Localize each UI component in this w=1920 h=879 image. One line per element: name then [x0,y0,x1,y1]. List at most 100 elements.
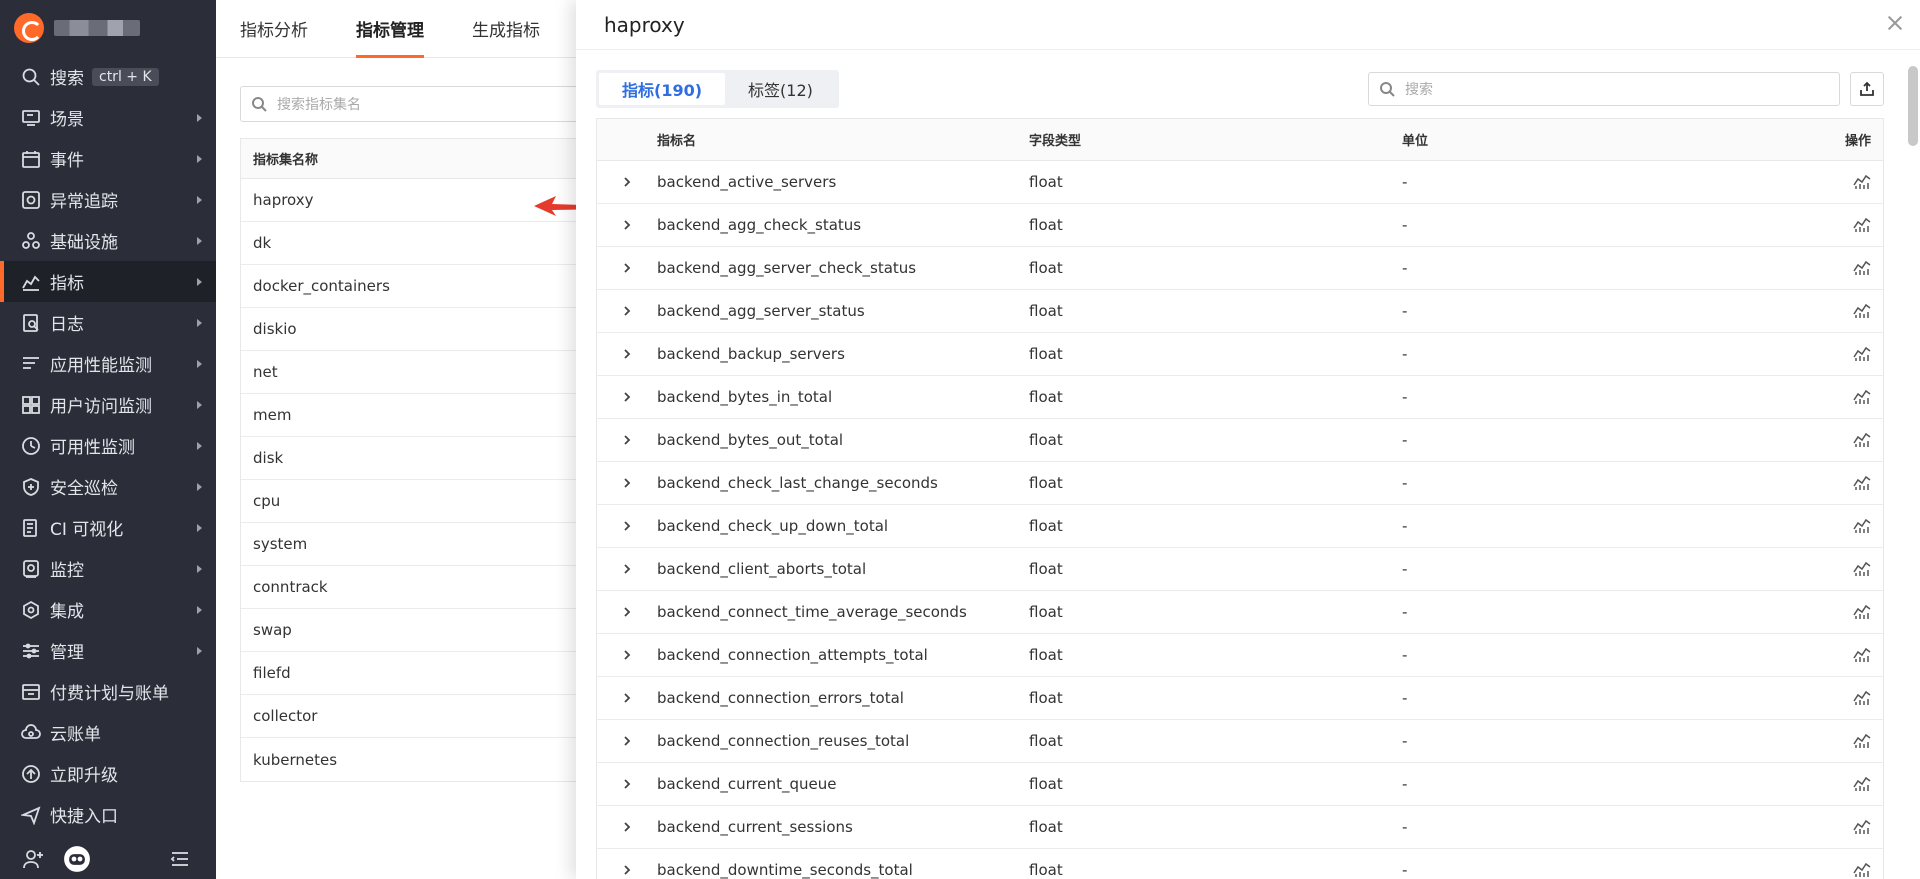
drawer-scrollbar[interactable] [1908,66,1918,146]
segment-metrics[interactable]: 指标(190) [599,73,726,105]
metric-row[interactable]: backend_bytes_out_total float - [597,419,1883,462]
chart-analysis-icon[interactable] [1853,518,1871,534]
chart-analysis-icon[interactable] [1853,690,1871,706]
expand-row-button[interactable] [597,821,657,833]
metric-unit: - [1402,259,1408,277]
chart-analysis-icon[interactable] [1853,819,1871,835]
sidebar-search[interactable]: 搜索 ctrl + K [0,56,216,97]
metric-row[interactable]: backend_agg_server_status float - [597,290,1883,333]
metric-table: 指标名 字段类型 单位 操作 backend_active_servers flo… [596,118,1884,879]
sidebar-item-metrics[interactable]: 指标 [0,261,216,302]
chevron-right-icon [624,822,631,832]
expand-row-button[interactable] [597,692,657,704]
chart-analysis-icon[interactable] [1853,862,1871,878]
sidebar-item-shield[interactable]: 安全巡检 [0,466,216,507]
expand-row-button[interactable] [597,305,657,317]
metric-row[interactable]: backend_client_aborts_total float - [597,548,1883,591]
sidebar-item-settings[interactable]: 管理 [0,630,216,671]
chart-analysis-icon[interactable] [1853,647,1871,663]
apm-icon [20,353,42,375]
sidebar-item-rum[interactable]: 用户访问监测 [0,384,216,425]
metric-row[interactable]: backend_backup_servers float - [597,333,1883,376]
metric-row[interactable]: backend_connect_time_average_seconds floa… [597,591,1883,634]
metric-row[interactable]: backend_current_sessions float - [597,806,1883,849]
expand-row-button[interactable] [597,176,657,188]
expand-row-button[interactable] [597,477,657,489]
sidebar-item-bug-track[interactable]: 异常追踪 [0,179,216,220]
metric-field-type: float [1029,388,1063,406]
metric-row[interactable]: backend_check_last_change_seconds float - [597,462,1883,505]
metric-row[interactable]: backend_bytes_in_total float - [597,376,1883,419]
chart-analysis-icon[interactable] [1853,561,1871,577]
metric-name: backend_active_servers [657,173,837,191]
chart-analysis-icon[interactable] [1853,174,1871,190]
metric-row[interactable]: backend_connection_reuses_total float - [597,720,1883,763]
expand-row-button[interactable] [597,391,657,403]
metric-row[interactable]: backend_agg_check_status float - [597,204,1883,247]
chart-analysis-icon[interactable] [1853,432,1871,448]
tab-generate-metric[interactable]: 生成指标 [472,16,540,57]
chart-analysis-icon[interactable] [1853,260,1871,276]
expand-row-button[interactable] [597,262,657,274]
metric-row[interactable]: backend_connection_attempts_total float - [597,634,1883,677]
metric-action [1822,346,1883,362]
sidebar-item-integration[interactable]: 集成 [0,589,216,630]
metric-row[interactable]: backend_downtime_seconds_total float - [597,849,1883,879]
tab-metric-management[interactable]: 指标管理 [356,16,424,58]
metric-row[interactable]: backend_agg_server_check_status float - [597,247,1883,290]
expand-row-button[interactable] [597,563,657,575]
tab-metric-analysis[interactable]: 指标分析 [240,16,308,57]
expand-row-button[interactable] [597,864,657,876]
segment-tags[interactable]: 标签(12) [725,73,836,105]
metric-unit: - [1402,216,1408,234]
expand-row-button[interactable] [597,606,657,618]
close-icon[interactable] [1886,14,1904,32]
user-icon[interactable] [22,848,44,870]
chart-analysis-icon[interactable] [1853,389,1871,405]
sidebar-item-calendar[interactable]: 事件 [0,138,216,179]
chevron-right-icon [197,401,202,409]
expand-row-button[interactable] [597,520,657,532]
workspace-name-blurred[interactable] [54,20,140,36]
expand-row-button[interactable] [597,348,657,360]
metric-row[interactable]: backend_active_servers float - [597,161,1883,204]
sidebar-item-availability[interactable]: 可用性监测 [0,425,216,466]
bot-avatar-icon[interactable] [62,844,92,874]
sidebar-item-send[interactable]: 快捷入口 [0,794,216,835]
sidebar-item-apm[interactable]: 应用性能监测 [0,343,216,384]
metric-field-type: float [1029,474,1063,492]
sidebar-item-monitor[interactable]: 场景 [0,97,216,138]
metric-row[interactable]: backend_connection_errors_total float - [597,677,1883,720]
collapse-menu-icon[interactable] [170,849,190,869]
chart-analysis-icon[interactable] [1853,776,1871,792]
expand-row-button[interactable] [597,778,657,790]
metric-unit: - [1402,388,1408,406]
sidebar-item-infrastructure[interactable]: 基础设施 [0,220,216,261]
chart-analysis-icon[interactable] [1853,303,1871,319]
expand-row-button[interactable] [597,649,657,661]
metric-row[interactable]: backend_check_up_down_total float - [597,505,1883,548]
export-button[interactable] [1850,72,1884,106]
sidebar-item-label: CI 可视化 [50,520,124,540]
drawer-search-placeholder: 搜索 [1405,82,1433,98]
chevron-right-icon [624,263,631,273]
chart-analysis-icon[interactable] [1853,604,1871,620]
sidebar-item-ci[interactable]: CI 可视化 [0,507,216,548]
sidebar-item-upgrade[interactable]: 立即升级 [0,753,216,794]
sidebar-item-cloud-bill[interactable]: 云账单 [0,712,216,753]
chart-analysis-icon[interactable] [1853,217,1871,233]
sidebar-item-billing[interactable]: 付费计划与账单 [0,671,216,712]
expand-row-button[interactable] [597,735,657,747]
chart-analysis-icon[interactable] [1853,733,1871,749]
sidebar-item-log[interactable]: 日志 [0,302,216,343]
expand-row-button[interactable] [597,434,657,446]
chart-analysis-icon[interactable] [1853,475,1871,491]
metric-unit: - [1402,861,1408,879]
metric-name: backend_downtime_seconds_total [657,861,913,879]
metric-search-input[interactable]: 搜索 [1368,72,1840,106]
metric-row[interactable]: backend_current_queue float - [597,763,1883,806]
expand-row-button[interactable] [597,219,657,231]
sidebar-item-monitor-alarm[interactable]: 监控 [0,548,216,589]
chart-analysis-icon[interactable] [1853,346,1871,362]
brand-logo-icon[interactable] [14,13,44,43]
